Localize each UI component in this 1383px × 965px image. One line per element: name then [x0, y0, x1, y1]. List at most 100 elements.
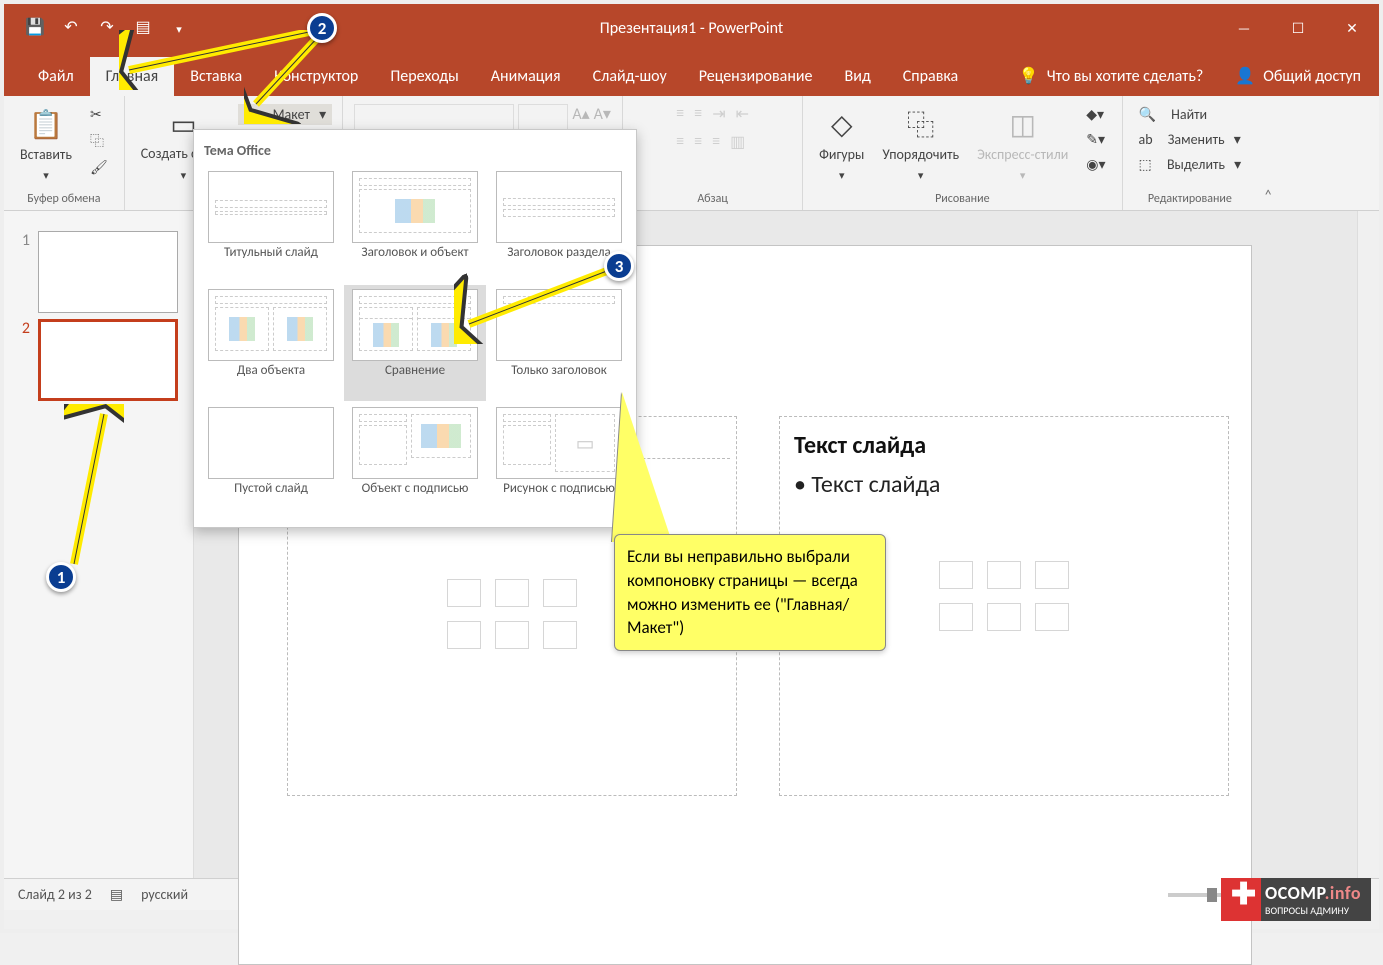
group-label-drawing: Рисование	[935, 192, 989, 208]
qa-customize-icon[interactable]: ▾	[166, 16, 192, 42]
insert-smartart-icon[interactable]	[1035, 561, 1069, 589]
language-indicator[interactable]: русский	[141, 886, 188, 903]
layout-item-title-content[interactable]: Заголовок и объект	[344, 167, 486, 283]
tab-animations[interactable]: Анимация	[475, 57, 577, 96]
quick-styles-button[interactable]: ◫Экспресс-стили▾	[971, 104, 1074, 184]
insert-table-icon[interactable]	[939, 561, 973, 589]
format-painter-icon[interactable]: 🖌	[84, 157, 114, 178]
arrange-icon: ⿻	[903, 106, 939, 142]
group-label-paragraph: Абзац	[697, 192, 728, 208]
share-icon: 👤	[1235, 66, 1255, 86]
layout-button[interactable]: ▦ Макет ▾	[238, 104, 332, 125]
close-icon[interactable]: ✕	[1325, 4, 1379, 52]
shape-outline-icon[interactable]: ✎▾	[1080, 129, 1111, 150]
annotation-badge-3: 3	[604, 251, 634, 281]
tab-insert[interactable]: Вставка	[174, 57, 258, 96]
lightbulb-icon: 💡	[1019, 66, 1039, 86]
group-editing: 🔍 Найти ab Заменить ▾ ⬚ Выделить ▾ Редак…	[1123, 96, 1258, 210]
font-family-select[interactable]	[354, 104, 514, 130]
group-clipboard: 📋 Вставить ▾ ✂ ⿻ 🖌 Буфер обмена	[4, 96, 125, 210]
select-button[interactable]: ⬚ Выделить ▾	[1133, 154, 1248, 175]
insert-online-picture-icon[interactable]	[495, 621, 529, 649]
shape-fill-icon[interactable]: ◆▾	[1080, 104, 1111, 125]
layout-item-two-content[interactable]: Два объекта	[200, 285, 342, 401]
tab-transitions[interactable]: Переходы	[374, 57, 474, 96]
columns-icon[interactable]: ▥	[730, 132, 745, 152]
annotation-badge-1: 1	[46, 562, 76, 592]
annotation-badge-2: 2	[307, 13, 337, 43]
insert-video-icon[interactable]	[1035, 603, 1069, 631]
bullets-icon[interactable]: ≡	[676, 104, 684, 124]
thumbnail-preview	[38, 231, 178, 313]
align-center-icon[interactable]: ≡	[694, 132, 702, 152]
shape-effects-icon[interactable]: ◉▾	[1080, 154, 1111, 175]
insert-table-icon[interactable]	[447, 579, 481, 607]
insert-online-picture-icon[interactable]	[987, 603, 1021, 631]
shapes-icon: ◇	[824, 106, 860, 142]
insert-picture-icon[interactable]	[939, 603, 973, 631]
layout-item-blank[interactable]: Пустой слайд	[200, 403, 342, 519]
thumbnail-1[interactable]: 1	[12, 231, 185, 313]
align-left-icon[interactable]: ≡	[676, 132, 684, 152]
maximize-icon[interactable]: ☐	[1271, 4, 1325, 52]
increase-font-icon[interactable]: A▴	[572, 104, 589, 130]
layout-item-comparison[interactable]: Сравнение	[344, 285, 486, 401]
styles-icon: ◫	[1005, 106, 1041, 142]
annotation-callout-tail	[612, 392, 672, 542]
tab-file[interactable]: Файл	[22, 57, 90, 96]
save-icon[interactable]: 💾	[22, 14, 48, 40]
indent-icon[interactable]: ⇥	[712, 104, 725, 124]
content-bullet-text[interactable]: • Текст слайда	[780, 468, 1228, 501]
layout-item-picture-caption[interactable]: ▭Рисунок с подписью	[488, 403, 630, 519]
comparison-header-right[interactable]: Текст слайда	[780, 417, 1228, 468]
replace-icon: ab	[1139, 131, 1153, 148]
copy-icon[interactable]: ⿻	[84, 129, 114, 153]
layout-item-content-caption[interactable]: Объект с подписью	[344, 403, 486, 519]
arrange-button[interactable]: ⿻Упорядочить▾	[876, 104, 965, 184]
insert-chart-icon[interactable]	[987, 561, 1021, 589]
insert-picture-icon[interactable]	[447, 621, 481, 649]
decrease-font-icon[interactable]: A▾	[594, 104, 611, 130]
shapes-button[interactable]: ◇Фигуры▾	[813, 104, 870, 184]
window-controls: — ☐ ✕	[1217, 4, 1379, 52]
thumbnail-2[interactable]: 2	[12, 319, 185, 401]
numbering-icon[interactable]: ≡	[694, 104, 702, 124]
font-size-select[interactable]	[518, 104, 568, 130]
slide-counter[interactable]: Слайд 2 из 2	[18, 886, 92, 903]
tab-design[interactable]: Конструктор	[258, 57, 374, 96]
layout-item-title-only[interactable]: Только заголовок	[488, 285, 630, 401]
group-paragraph: ≡ ≡ ⇥ ⇤ ≡ ≡ ≡ ▥ Абзац	[623, 96, 803, 210]
tab-slideshow[interactable]: Слайд-шоу	[577, 57, 683, 96]
tab-view[interactable]: Вид	[828, 57, 886, 96]
undo-icon[interactable]: ↶	[58, 14, 84, 40]
vertical-scrollbar[interactable]	[1357, 211, 1379, 878]
paste-button[interactable]: 📋 Вставить ▾	[14, 104, 78, 184]
share-label: Общий доступ	[1263, 67, 1361, 86]
ribbon-tabs: Файл Главная Вставка Конструктор Переход…	[4, 52, 1379, 96]
outdent-icon[interactable]: ⇤	[736, 104, 749, 124]
plus-icon: ✚	[1231, 880, 1257, 910]
tell-me-search[interactable]: 💡 Что вы хотите сделать?	[1013, 56, 1209, 96]
minimize-icon[interactable]: —	[1217, 4, 1271, 52]
select-icon: ⬚	[1139, 156, 1152, 173]
watermark-logo: ✚ OCOMP.info ВОПРОСЫ АДМИНУ	[1221, 878, 1371, 921]
spell-check-icon[interactable]: ▤	[110, 886, 123, 903]
tab-review[interactable]: Рецензирование	[683, 57, 829, 96]
find-button[interactable]: 🔍 Найти	[1133, 104, 1248, 125]
start-from-beginning-icon[interactable]: ▤	[130, 14, 156, 40]
clipboard-icon: 📋	[28, 106, 64, 142]
cut-icon[interactable]: ✂	[84, 104, 114, 125]
insert-video-icon[interactable]	[543, 621, 577, 649]
layout-item-title-slide[interactable]: Титульный слайд	[200, 167, 342, 283]
redo-icon[interactable]: ↷	[94, 14, 120, 40]
share-button[interactable]: 👤 Общий доступ	[1217, 56, 1379, 96]
insert-smartart-icon[interactable]	[543, 579, 577, 607]
insert-chart-icon[interactable]	[495, 579, 529, 607]
chevron-down-icon: ▾	[43, 169, 49, 182]
tab-home[interactable]: Главная	[90, 57, 175, 96]
tab-help[interactable]: Справка	[887, 57, 974, 96]
align-right-icon[interactable]: ≡	[712, 132, 720, 152]
replace-button[interactable]: ab Заменить ▾	[1133, 129, 1248, 150]
layout-dropdown: Тема Office Титульный слайд Заголовок и …	[193, 129, 637, 528]
collapse-ribbon-icon[interactable]: ˄	[1257, 96, 1279, 210]
